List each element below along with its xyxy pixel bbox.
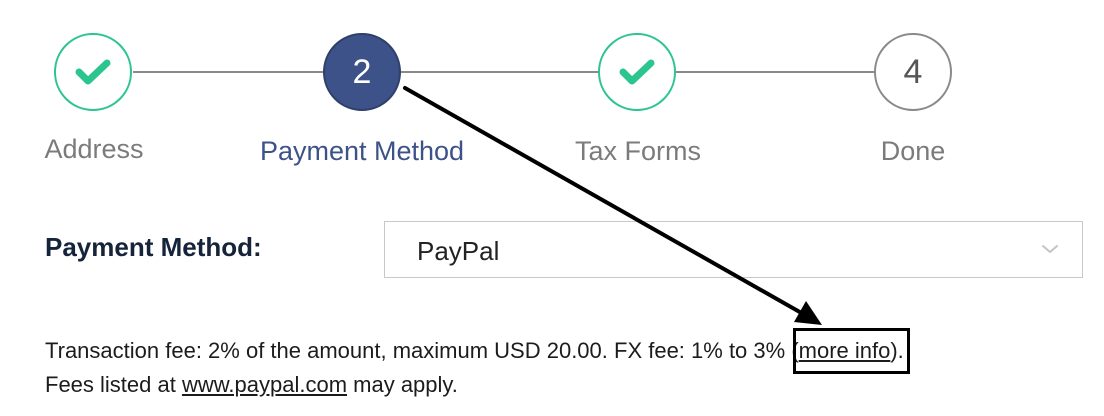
more-info-link[interactable]: more info — [799, 338, 891, 363]
more-info-highlight: more info). — [792, 328, 910, 374]
step-number: 2 — [352, 53, 372, 91]
step-number: 4 — [903, 53, 923, 91]
fee-line-1-suffix: ). — [890, 338, 904, 363]
payment-method-select[interactable]: PayPal — [384, 221, 1083, 278]
payment-wizard-page: Address 2 Payment Method Tax Forms 4 Don… — [0, 0, 1104, 416]
payment-method-label: Payment Method: — [45, 232, 262, 262]
step-taxforms-circle[interactable] — [598, 33, 676, 111]
connector-line-2 — [401, 71, 598, 73]
fee-info: Transaction fee: 2% of the amount, maxim… — [45, 328, 910, 402]
connector-line-3 — [676, 71, 874, 73]
connector-line-1 — [133, 71, 323, 73]
step-done-label[interactable]: Done — [881, 136, 946, 167]
step-done-circle[interactable]: 4 — [874, 33, 952, 111]
fee-line-1-text: Transaction fee: 2% of the amount, maxim… — [45, 338, 799, 363]
chevron-down-icon — [1042, 245, 1058, 253]
paypal-link[interactable]: www.paypal.com — [182, 372, 347, 397]
check-icon — [619, 59, 655, 85]
step-address-circle[interactable] — [54, 33, 132, 111]
step-address-label[interactable]: Address — [44, 134, 143, 165]
step-payment-label[interactable]: Payment Method — [260, 136, 464, 167]
fee-line-1: Transaction fee: 2% of the amount, maxim… — [45, 328, 910, 374]
check-icon — [75, 59, 111, 85]
step-payment-circle[interactable]: 2 — [323, 33, 401, 111]
fee-line-2: Fees listed at www.paypal.com may apply. — [45, 368, 904, 402]
payment-method-value: PayPal — [417, 236, 500, 266]
step-taxforms-label[interactable]: Tax Forms — [575, 136, 701, 167]
fee-line-2-suffix: may apply. — [347, 372, 458, 397]
fee-line-2-prefix: Fees listed at — [45, 372, 182, 397]
